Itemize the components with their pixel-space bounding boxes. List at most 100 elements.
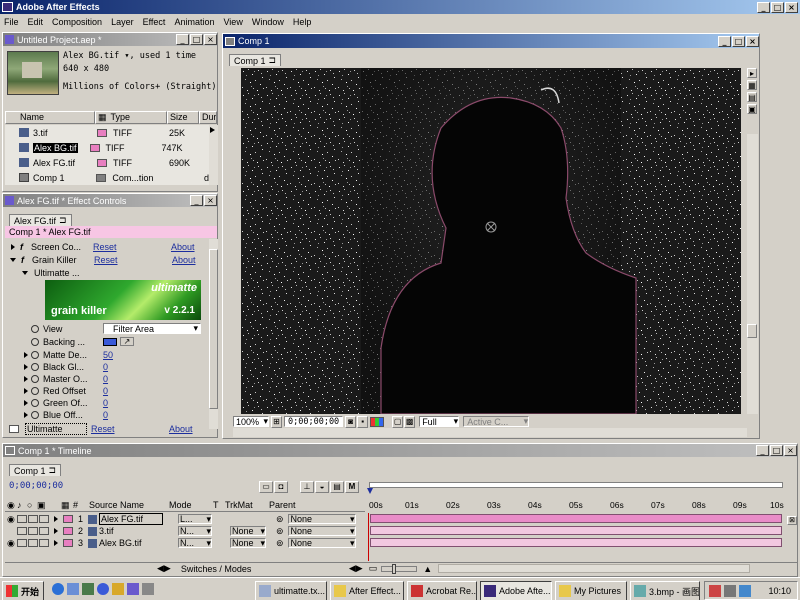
info-icon[interactable] bbox=[97, 583, 109, 595]
close-icon[interactable]: × bbox=[746, 35, 759, 47]
project-item-selected[interactable]: Alex BG.tif TIFF 747K bbox=[5, 140, 209, 155]
fx-icon[interactable]: f bbox=[21, 255, 24, 265]
parent-pickwhip-icon[interactable]: ⊚ bbox=[276, 526, 284, 537]
col-mode[interactable]: Mode bbox=[169, 500, 213, 510]
volume-icon[interactable] bbox=[724, 584, 736, 597]
zoom-out-icon[interactable]: ▭ bbox=[369, 563, 378, 574]
flowchart-icon[interactable]: ▸ bbox=[747, 68, 757, 78]
lock-toggle[interactable] bbox=[39, 515, 49, 523]
reset-button[interactable]: Reset bbox=[94, 255, 172, 265]
zoom-in-icon[interactable]: ▲ bbox=[423, 564, 432, 574]
camera-dropdown[interactable]: Active C... ▾ bbox=[463, 416, 530, 427]
view-dropdown[interactable]: Filter Area ▾ bbox=[103, 323, 201, 334]
trkmat-dropdown[interactable]: None ▾ bbox=[230, 538, 266, 548]
transparency-grid-icon[interactable]: ▩ bbox=[404, 415, 416, 428]
stopwatch-icon[interactable] bbox=[31, 324, 39, 333]
effect-checkbox[interactable] bbox=[9, 424, 19, 433]
comp-vscrollbar[interactable] bbox=[747, 134, 758, 414]
timeline-menu-icon[interactable]: ⊠ bbox=[787, 516, 797, 525]
input-method-icon[interactable] bbox=[739, 584, 751, 597]
taskbar-button[interactable]: My Pictures bbox=[555, 581, 627, 600]
close-icon[interactable]: × bbox=[204, 195, 217, 206]
fx-icon[interactable]: f bbox=[20, 242, 23, 252]
menu-view[interactable]: View bbox=[223, 17, 242, 27]
audio-toggle[interactable] bbox=[17, 515, 27, 523]
maximize-icon[interactable]: □ bbox=[771, 1, 784, 13]
taskbar-button[interactable]: ultimatte.tx... bbox=[255, 581, 327, 600]
desktop-icon[interactable] bbox=[82, 583, 94, 595]
layer-name-selected[interactable]: Alex FG.tif bbox=[99, 513, 163, 525]
col-size[interactable]: Size bbox=[167, 111, 199, 124]
layer-name[interactable]: Alex BG.tif bbox=[99, 538, 163, 548]
timeline-time-display[interactable]: 0;00;00;00 bbox=[9, 481, 63, 491]
clock[interactable]: 10:10 bbox=[768, 586, 791, 596]
menu-layer[interactable]: Layer bbox=[111, 17, 134, 27]
comp-flowchart-icon[interactable]: ▭ bbox=[259, 481, 273, 493]
taskbar-button[interactable]: After Effect... bbox=[330, 581, 404, 600]
expand-triangle-icon[interactable] bbox=[54, 516, 58, 522]
parent-pickwhip-icon[interactable]: ⊚ bbox=[276, 514, 284, 525]
project-scrollbar[interactable] bbox=[209, 125, 218, 185]
solo-icon[interactable]: ○ bbox=[27, 500, 37, 510]
col-type[interactable]: ▦ Type bbox=[95, 111, 167, 124]
menu-window[interactable]: Window bbox=[252, 17, 284, 27]
app-icon[interactable] bbox=[127, 583, 139, 595]
param-value[interactable]: 0 bbox=[103, 386, 108, 396]
param-blue-offset[interactable]: Blue Off... 0 bbox=[5, 407, 211, 422]
menu-effect[interactable]: Effect bbox=[143, 17, 166, 27]
solo-toggle[interactable] bbox=[28, 527, 38, 535]
collapse-triangle-icon[interactable] bbox=[22, 270, 28, 275]
render-icon[interactable]: ▣ bbox=[747, 104, 757, 114]
comp-time-display[interactable]: 0;00;00;00 bbox=[284, 416, 344, 427]
draft-3d-icon[interactable]: ⊥ bbox=[300, 481, 314, 493]
zoom-slider-thumb[interactable] bbox=[392, 563, 397, 574]
minimize-icon[interactable]: _ bbox=[190, 195, 203, 206]
scroll-right-icon[interactable] bbox=[210, 127, 215, 133]
stopwatch-icon[interactable] bbox=[31, 350, 39, 359]
scroll-thumb[interactable] bbox=[747, 324, 757, 338]
lock-icon[interactable]: ▣ bbox=[37, 500, 61, 511]
parent-pickwhip-icon[interactable]: ⊚ bbox=[276, 538, 284, 549]
layer-label-color[interactable] bbox=[63, 515, 73, 523]
close-icon[interactable]: × bbox=[784, 445, 797, 456]
col-dur[interactable]: Dur bbox=[199, 111, 217, 124]
param-value[interactable]: 0 bbox=[103, 398, 108, 408]
frame-blend-icon[interactable]: ▤ bbox=[330, 481, 344, 493]
audio-toggle[interactable] bbox=[17, 527, 27, 535]
taskbar-button-active[interactable]: Adobe Afte... bbox=[480, 581, 552, 600]
expand-switches-icon[interactable]: ◀▶ bbox=[157, 563, 171, 574]
parent-dropdown[interactable]: None ▾ bbox=[287, 538, 356, 548]
lock-toggle[interactable] bbox=[39, 539, 49, 547]
about-button[interactable]: About bbox=[172, 255, 196, 265]
minimize-icon[interactable]: _ bbox=[176, 34, 189, 45]
col-trkmat[interactable]: TrkMat bbox=[225, 500, 269, 510]
audio-icon[interactable]: ♪ bbox=[17, 500, 27, 510]
outlook-icon[interactable] bbox=[67, 583, 79, 595]
eye-icon[interactable]: ◉ bbox=[7, 514, 17, 525]
minimize-icon[interactable]: _ bbox=[756, 445, 769, 456]
layer-duration-bar[interactable] bbox=[370, 538, 782, 547]
network-icon[interactable] bbox=[709, 584, 721, 597]
eye-icon[interactable]: ◉ bbox=[7, 538, 17, 549]
region-icon[interactable]: ▢ bbox=[392, 415, 404, 428]
stopwatch-icon[interactable] bbox=[31, 386, 39, 395]
timeline-hscroll[interactable] bbox=[438, 564, 751, 573]
about-button[interactable]: About bbox=[169, 424, 193, 434]
col-source-name[interactable]: Source Name bbox=[89, 500, 169, 510]
mode-dropdown[interactable]: N... ▾ bbox=[178, 538, 212, 548]
expand-modes-icon[interactable]: ◀▶ bbox=[349, 563, 363, 574]
param-value[interactable]: 50 bbox=[103, 350, 113, 360]
stopwatch-icon[interactable] bbox=[31, 398, 39, 407]
menu-help[interactable]: Help bbox=[293, 17, 312, 27]
expand-triangle-icon[interactable] bbox=[24, 363, 28, 370]
param-value[interactable]: 0 bbox=[103, 374, 108, 384]
layer-name[interactable]: 3.tif bbox=[99, 526, 163, 536]
media-icon[interactable] bbox=[112, 583, 124, 595]
expand-triangle-icon[interactable] bbox=[24, 375, 28, 382]
minimize-icon[interactable]: _ bbox=[757, 1, 770, 13]
layer-row[interactable]: ◉ 3 Alex BG.tif N... ▾ None ▾ ⊚ None ▾ bbox=[5, 537, 365, 549]
channel-icon[interactable] bbox=[370, 416, 385, 427]
stopwatch-icon[interactable] bbox=[31, 362, 39, 371]
layer-label-color[interactable] bbox=[63, 539, 73, 547]
eye-icon[interactable]: ◉ bbox=[7, 500, 17, 511]
